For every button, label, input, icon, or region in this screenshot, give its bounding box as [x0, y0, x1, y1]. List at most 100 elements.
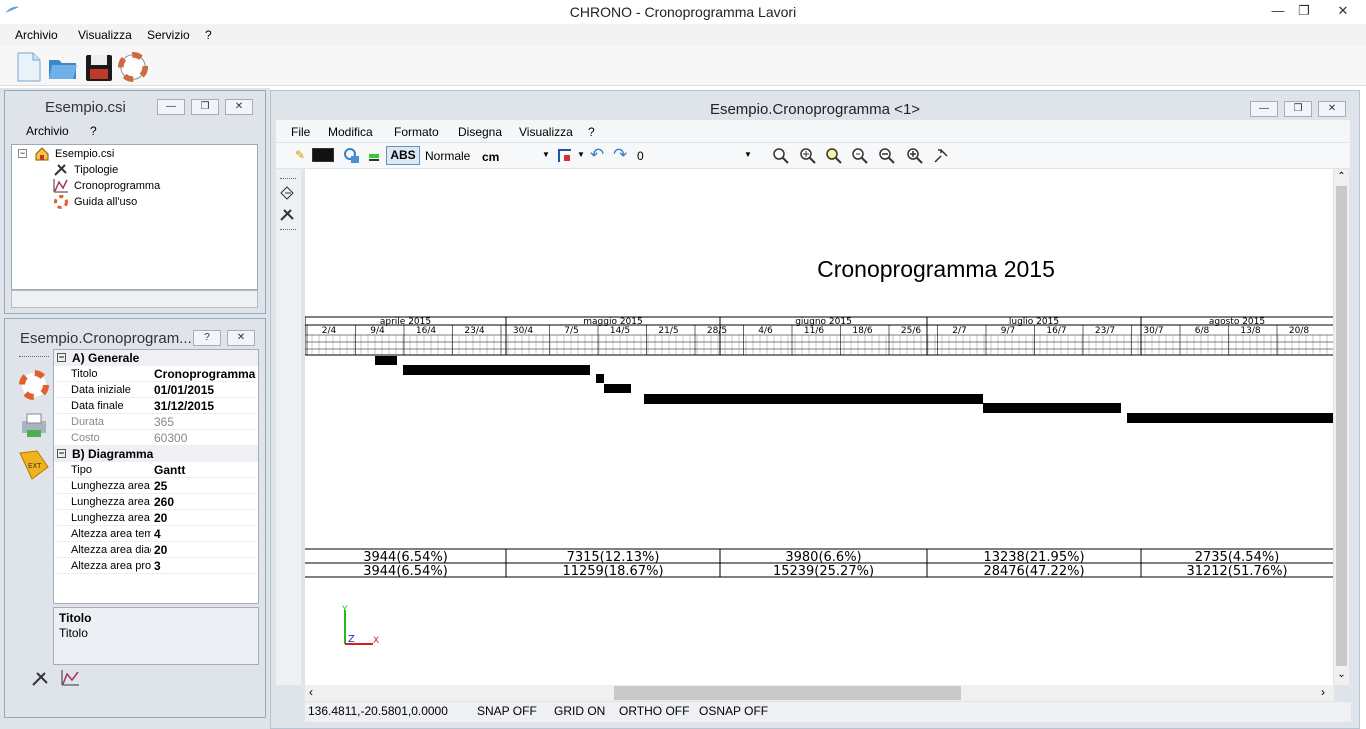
close-button[interactable]: ✕: [1328, 2, 1358, 20]
scroll-left-icon[interactable]: ‹: [309, 685, 313, 699]
prop-row[interactable]: Lunghezza area 260: [54, 494, 258, 510]
cumulative-cost-cell: 15239(25.27%): [773, 564, 874, 579]
prop-row[interactable]: Data finale 31/12/2015: [54, 398, 258, 414]
zoom-all-icon[interactable]: [799, 147, 817, 165]
scroll-right-icon[interactable]: ›: [1321, 685, 1325, 699]
prop-value: 260: [154, 495, 175, 509]
properties-close-button[interactable]: ✕: [227, 330, 255, 346]
tree-item-tipologie[interactable]: Tipologie: [74, 164, 118, 176]
tools-icon[interactable]: [279, 206, 297, 222]
scroll-up-icon[interactable]: ⌃: [1334, 171, 1349, 182]
fill-icon[interactable]: [343, 147, 361, 165]
new-file-icon[interactable]: [14, 51, 44, 83]
horizontal-scrollbar[interactable]: ‹ ›: [305, 685, 1334, 701]
tools-tab-icon[interactable]: [31, 669, 51, 687]
week-label: 23/7: [1095, 326, 1115, 336]
vertical-scroll-thumb[interactable]: [1336, 186, 1347, 666]
snap-toggle[interactable]: SNAP OFF: [477, 704, 537, 718]
explorer-maximize-button[interactable]: ❐: [191, 99, 219, 115]
menu-servizio[interactable]: Servizio: [147, 28, 190, 42]
document-close-button[interactable]: ✕: [1318, 101, 1346, 117]
prop-row[interactable]: Altezza area diag 20: [54, 542, 258, 558]
prop-row[interactable]: Costo 60300: [54, 430, 258, 446]
collapse-icon[interactable]: −: [57, 449, 66, 458]
document-maximize-button[interactable]: ❐: [1284, 101, 1312, 117]
zoom-out-icon[interactable]: [878, 147, 896, 165]
tree-item-root[interactable]: Esempio.csi: [55, 148, 114, 160]
print-icon[interactable]: [19, 410, 49, 440]
horizontal-scroll-thumb[interactable]: [614, 686, 961, 700]
tree-item-cronoprogramma[interactable]: Cronoprogramma: [74, 180, 160, 192]
save-icon[interactable]: [84, 51, 114, 83]
help-lifebuoy-icon[interactable]: [118, 51, 148, 83]
properties-help-button[interactable]: ?: [193, 330, 221, 346]
prop-row[interactable]: Durata 365: [54, 414, 258, 430]
help-lifebuoy-icon[interactable]: [18, 369, 50, 401]
tree-item-guida[interactable]: Guida all'uso: [74, 196, 137, 208]
category-diagramma[interactable]: − B) Diagramma: [54, 446, 258, 462]
vertical-scrollbar[interactable]: ⌃ ⌄: [1334, 169, 1349, 685]
layer-select[interactable]: 0: [637, 149, 644, 163]
category-generale[interactable]: − A) Generale: [54, 350, 258, 366]
doc-menu-modifica[interactable]: Modifica: [328, 125, 373, 139]
doc-menu-file[interactable]: File: [291, 125, 310, 139]
zoom-previous-icon[interactable]: [851, 147, 869, 165]
line-style-dropdown[interactable]: [312, 148, 334, 162]
prop-row[interactable]: Lunghezza area 20: [54, 510, 258, 526]
chevron-down-icon[interactable]: ▼: [577, 150, 585, 159]
scroll-down-icon[interactable]: ⌄: [1334, 669, 1349, 680]
explorer-scrollbar[interactable]: [11, 290, 258, 308]
explorer-menu-help[interactable]: ?: [90, 124, 97, 138]
tree-collapse-toggle[interactable]: −: [18, 149, 27, 158]
prop-value: Gantt: [154, 463, 186, 477]
dimension-icon[interactable]: [556, 147, 574, 165]
grid-toggle[interactable]: GRID ON: [554, 704, 605, 718]
menu-help[interactable]: ?: [205, 28, 212, 42]
prop-value: 60300: [154, 431, 188, 445]
open-folder-icon[interactable]: [48, 51, 78, 83]
document-minimize-button[interactable]: —: [1250, 101, 1278, 117]
pencil-icon[interactable]: ✎: [295, 148, 305, 162]
collapse-icon[interactable]: −: [57, 353, 66, 362]
explorer-minimize-button[interactable]: —: [157, 99, 185, 115]
edit-properties-icon[interactable]: [279, 185, 297, 201]
svg-text:EXT: EXT: [28, 462, 42, 470]
export-ext-icon[interactable]: EXT: [17, 449, 51, 481]
prop-row[interactable]: Lunghezza area 25: [54, 478, 258, 494]
menu-visualizza[interactable]: Visualizza: [78, 28, 132, 42]
description-title: Titolo: [59, 611, 92, 625]
unit-select[interactable]: cm: [482, 150, 499, 164]
zoom-in-icon[interactable]: [906, 147, 924, 165]
chart-title: Cronoprogramma 2015: [817, 256, 1055, 282]
style-select[interactable]: Normale: [425, 149, 470, 163]
pan-icon[interactable]: [932, 147, 950, 165]
ortho-toggle[interactable]: ORTHO OFF: [619, 704, 689, 718]
prop-row[interactable]: Tipo Gantt: [54, 462, 258, 478]
prop-row[interactable]: Titolo Cronoprogramma 2: [54, 366, 258, 382]
doc-menu-visualizza[interactable]: Visualizza: [519, 125, 573, 139]
undo-icon[interactable]: ↶: [590, 145, 604, 165]
gantt-tab-icon[interactable]: [61, 669, 81, 687]
zoom-window-icon[interactable]: [772, 147, 790, 165]
cumulative-cost-cell: 3944(6.54%): [363, 564, 448, 579]
explorer-close-button[interactable]: ✕: [225, 99, 253, 115]
redo-icon[interactable]: ↷: [613, 145, 627, 165]
doc-menu-disegna[interactable]: Disegna: [458, 125, 502, 139]
week-label: 13/8: [1240, 326, 1260, 336]
doc-menu-help[interactable]: ?: [588, 125, 595, 139]
doc-menu-formato[interactable]: Formato: [394, 125, 439, 139]
osnap-toggle[interactable]: OSNAP OFF: [699, 704, 768, 718]
zoom-extents-icon[interactable]: [825, 147, 843, 165]
maximize-button[interactable]: ❐: [1293, 2, 1315, 20]
layer-color-icon[interactable]: [367, 147, 381, 165]
chevron-down-icon[interactable]: ▼: [744, 150, 752, 159]
abs-toggle-button[interactable]: ABS: [386, 146, 420, 165]
prop-row[interactable]: Data iniziale 01/01/2015: [54, 382, 258, 398]
cost-cell: 3944(6.54%): [363, 550, 448, 565]
prop-row[interactable]: Altezza area tem 4: [54, 526, 258, 542]
explorer-menu-archivio[interactable]: Archivio: [26, 124, 69, 138]
menu-archivio[interactable]: Archivio: [15, 28, 58, 42]
prop-row[interactable]: Altezza area prog 3: [54, 558, 258, 574]
chevron-down-icon[interactable]: ▼: [542, 150, 550, 159]
minimize-button[interactable]: —: [1267, 2, 1289, 20]
